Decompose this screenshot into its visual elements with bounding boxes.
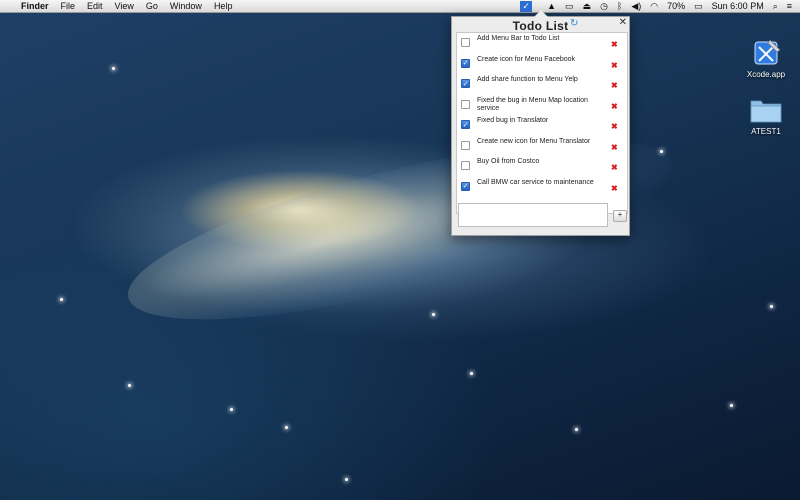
todo-text: Add share function to Menu Yelp <box>477 76 578 83</box>
volume-icon[interactable]: ◀) <box>631 1 641 12</box>
star <box>60 298 63 301</box>
folder-icon <box>749 96 783 124</box>
star <box>345 478 348 481</box>
todo-item: Add Menu Bar to Todo List ✖ <box>457 33 627 54</box>
todo-list: Add Menu Bar to Todo List ✖ ✓ Create ico… <box>456 32 628 214</box>
todo-text: Call BMW car service to maintenance <box>477 178 594 186</box>
delete-icon[interactable]: ✖ <box>611 143 618 152</box>
delete-icon[interactable]: ✖ <box>611 163 618 172</box>
todo-item: ✓ Create icon for Menu Facebook ✖ <box>457 54 627 75</box>
todo-text: Fixed bug in Translator <box>477 117 549 124</box>
wifi-icon[interactable]: ◠ <box>650 1 658 12</box>
todo-checkbox[interactable] <box>461 140 470 150</box>
search-icon[interactable]: ⌕ <box>773 1 778 12</box>
delete-icon[interactable]: ✖ <box>611 184 618 193</box>
menu-go[interactable]: Go <box>146 1 158 11</box>
delete-icon[interactable]: ✖ <box>611 102 618 111</box>
refresh-icon[interactable]: ↻ <box>570 18 578 29</box>
desktop-icon-label: Xcode.app <box>746 70 786 79</box>
menu-edit[interactable]: Edit <box>87 1 103 11</box>
xcode-icon <box>750 38 782 68</box>
display-icon[interactable]: ▭ <box>565 1 574 12</box>
alert-icon[interactable]: ▲ <box>547 1 556 11</box>
delete-icon[interactable]: ✖ <box>611 122 618 131</box>
menu-file[interactable]: File <box>61 1 76 11</box>
todo-checkbox[interactable]: ✓ <box>461 79 470 88</box>
star <box>112 67 115 70</box>
desktop-icon-atest1[interactable]: ATEST1 <box>736 96 796 136</box>
menu-bar: Finder File Edit View Go Window Help ✓ ▲… <box>0 0 800 13</box>
bluetooth-icon[interactable]: ᛒ <box>617 1 622 11</box>
star <box>128 384 131 387</box>
todo-checkbox[interactable]: ✓ <box>461 120 470 129</box>
delete-icon[interactable]: ✖ <box>611 61 618 70</box>
todo-checkbox[interactable]: ✓ <box>461 181 470 191</box>
star <box>660 150 663 153</box>
star <box>470 372 473 375</box>
todo-popover: Todo List ↻ ✕ Add Menu Bar to Todo List … <box>451 10 630 236</box>
close-icon[interactable]: ✕ <box>619 17 627 28</box>
todo-checkbox[interactable] <box>461 38 470 47</box>
status-area: ✓ ▲ ▭ ⏏ ◷ ᛒ ◀) ◠ 70% ▭ Sun 6:00 PM ⌕ ≡ <box>511 0 792 12</box>
todo-item: ✓ Fixed bug in Translator ✖ <box>457 115 627 136</box>
clock[interactable]: Sun 6:00 PM <box>712 1 764 11</box>
notification-list-icon[interactable]: ≡ <box>787 1 792 11</box>
star <box>285 426 288 429</box>
todo-checkbox[interactable] <box>461 161 470 170</box>
popover-header: Todo List ↻ ✕ <box>452 17 629 33</box>
star <box>230 408 233 411</box>
desktop-wallpaper <box>0 0 800 500</box>
todo-checkmark-icon[interactable]: ✓ <box>520 0 533 12</box>
desktop-icon-label: ATEST1 <box>751 127 781 136</box>
todo-text: Buy Oil from Costco <box>477 158 540 165</box>
todo-checkbox[interactable]: ✓ <box>461 58 470 68</box>
desktop-icon-xcode[interactable]: Xcode.app <box>736 38 796 79</box>
todo-item: Buy Oil from Costco ✖ <box>457 156 627 177</box>
menu-help[interactable]: Help <box>214 1 233 11</box>
todo-text: Fixed the bug in Menu Map location servi… <box>477 96 588 113</box>
star <box>770 305 773 308</box>
menu-view[interactable]: View <box>115 1 134 11</box>
menu-app-name[interactable]: Finder <box>21 1 49 11</box>
battery-percent[interactable]: 70% <box>667 1 685 11</box>
todo-text: Create new icon for Menu Translator <box>477 137 591 145</box>
todo-item: ✓ Call BMW car service to maintenance ✖ <box>457 177 627 198</box>
menu-window[interactable]: Window <box>170 1 202 11</box>
star <box>432 313 435 316</box>
add-todo-button[interactable]: + <box>613 210 627 222</box>
new-todo-input[interactable] <box>458 203 608 227</box>
airplay-icon[interactable]: ⏏ <box>583 1 592 12</box>
todo-item: Create new icon for Menu Translator ✖ <box>457 136 627 157</box>
todo-text: Create icon for Menu Facebook <box>477 55 576 63</box>
todo-item: ✓ Add share function to Menu Yelp ✖ <box>457 74 627 95</box>
time-machine-icon[interactable]: ◷ <box>600 1 608 12</box>
todo-item: Fixed the bug in Menu Map location servi… <box>457 95 627 116</box>
star <box>730 404 733 407</box>
popover-arrow <box>534 10 548 17</box>
popover-title: Todo List <box>512 19 569 33</box>
todo-text: Add Menu Bar to Todo List <box>477 35 560 42</box>
delete-icon[interactable]: ✖ <box>611 81 618 90</box>
battery-icon[interactable]: ▭ <box>694 1 703 12</box>
todo-checkbox[interactable] <box>461 99 470 109</box>
star <box>575 428 578 431</box>
delete-icon[interactable]: ✖ <box>611 40 618 49</box>
